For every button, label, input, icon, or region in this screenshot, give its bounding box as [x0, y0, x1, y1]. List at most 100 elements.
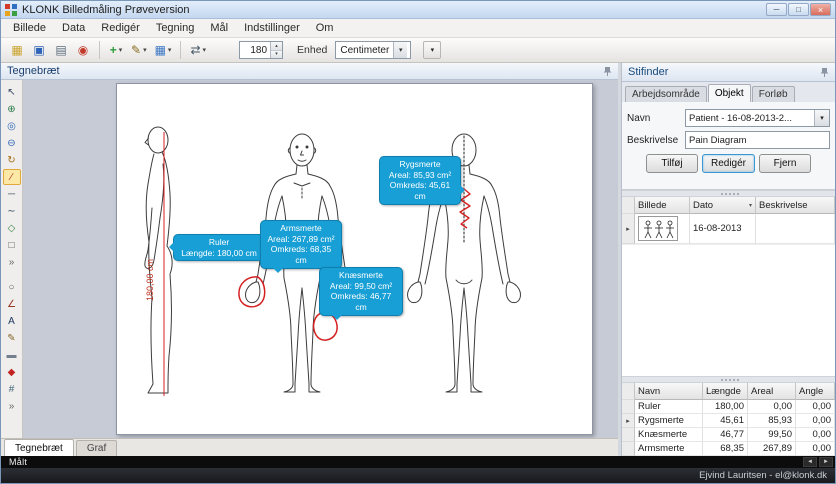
- polygon-tool[interactable]: ◇: [3, 220, 21, 236]
- menu-billede[interactable]: Billede: [5, 20, 54, 36]
- dropdown-arrow-icon[interactable]: ▾: [814, 110, 829, 126]
- tab-label: Tegnebræt: [15, 443, 63, 454]
- size-spinner[interactable]: 180 ▴ ▾: [239, 41, 283, 59]
- text-tool[interactable]: A: [3, 313, 21, 329]
- open-image-button[interactable]: ▦: [7, 40, 27, 60]
- color-picker-tool[interactable]: ◆: [3, 364, 21, 380]
- measure-area-cell: 0,00: [748, 400, 796, 414]
- zoom-in-tool[interactable]: ◎: [3, 118, 21, 134]
- dropdown-arrow-icon: ▾: [431, 46, 435, 54]
- select-tool[interactable]: ↖: [3, 84, 21, 100]
- main-toolbar: ▦ ▣ ▤ ◉ +▾ ✎▾ ▦▾ ⇄▾ 180 ▴ ▾ Enhed Centim…: [1, 38, 835, 63]
- column-laengde[interactable]: Længde: [703, 383, 748, 400]
- color-button[interactable]: ◉: [73, 40, 93, 60]
- more-options-dropdown[interactable]: ▾: [423, 41, 441, 59]
- measure-name-cell[interactable]: Rygsmerte: [635, 414, 703, 428]
- header-gutter: [622, 197, 635, 214]
- tools-overflow-button-2[interactable]: »: [3, 398, 21, 414]
- column-angle[interactable]: Angle: [796, 383, 835, 400]
- remove-button[interactable]: Fjern: [759, 154, 811, 173]
- unit-label: Enhed: [297, 44, 327, 56]
- column-dato[interactable]: Dato▾: [690, 197, 756, 214]
- dropdown-arrow-icon[interactable]: ▾: [393, 42, 407, 58]
- tab-graf[interactable]: Graf: [76, 440, 117, 456]
- column-navn[interactable]: Navn: [635, 383, 703, 400]
- zoom-out-tool[interactable]: ⊖: [3, 135, 21, 151]
- column-beskrivelse[interactable]: Beskrivelse: [756, 197, 835, 214]
- maximize-button[interactable]: □: [788, 3, 809, 16]
- menu-om[interactable]: Om: [308, 20, 342, 36]
- column-areal[interactable]: Areal: [748, 383, 796, 400]
- unit-value: Centimeter: [336, 45, 393, 56]
- patient-select[interactable]: Patient - 16-08-2013-2... ▾: [685, 109, 830, 127]
- date-cell[interactable]: 16-08-2013: [690, 214, 756, 244]
- callout-rygsmerte[interactable]: Rygsmerte Areal: 85,93 cm² Omkreds: 45,6…: [379, 156, 461, 205]
- tab-forloeb[interactable]: Forløb: [752, 86, 795, 102]
- measure-row[interactable]: ▸ Rygsmerte 45,61 85,93 0,00: [622, 414, 835, 428]
- menu-indstillinger[interactable]: Indstillinger: [236, 20, 308, 36]
- measure-name-cell[interactable]: Knæsmerte: [635, 428, 703, 442]
- measure-name-cell[interactable]: Ruler: [635, 400, 703, 414]
- image-table-empty-area: [622, 244, 835, 376]
- horizontal-splitter[interactable]: [622, 376, 835, 383]
- callout-title: Armsmerte: [265, 223, 337, 234]
- scroll-right-icon: ►: [823, 459, 829, 465]
- print-button[interactable]: ▤: [51, 40, 71, 60]
- callout-armsmerte[interactable]: Armsmerte Areal: 267,89 cm² Omkreds: 68,…: [260, 220, 342, 269]
- rectangle-tool[interactable]: □: [3, 237, 21, 253]
- description-field[interactable]: Pain Diagram: [685, 131, 830, 149]
- row-marker-icon: ▸: [626, 225, 630, 233]
- size-value[interactable]: 180: [240, 42, 270, 58]
- edit-button[interactable]: Redigér: [702, 154, 755, 173]
- callout-knaesmerte[interactable]: Knæsmerte Areal: 99,50 cm² Omkreds: 46,7…: [319, 267, 403, 316]
- angle-tool[interactable]: ∠: [3, 296, 21, 312]
- add-dropdown-button[interactable]: +▾: [106, 40, 126, 60]
- tab-objekt[interactable]: Objekt: [708, 84, 751, 102]
- diagram-page[interactable]: 180,00 cm Ruler Længde: 180,00 cm Armsme…: [116, 83, 593, 435]
- menu-tegning[interactable]: Tegning: [148, 20, 203, 36]
- ruler-tool[interactable]: ∕: [3, 169, 21, 185]
- pin-icon[interactable]: [820, 67, 829, 77]
- eraser-tool[interactable]: ▬: [3, 347, 21, 363]
- spin-up-icon[interactable]: ▴: [271, 42, 282, 50]
- curve-tool[interactable]: ∼: [3, 203, 21, 219]
- user-status-text: Ejvind Lauritsen - el@klonk.dk: [699, 470, 827, 481]
- scroll-right-button[interactable]: ►: [819, 457, 833, 467]
- measure-name-cell[interactable]: Armsmerte: [635, 442, 703, 456]
- callout-ruler[interactable]: Ruler Længde: 180,00 cm: [173, 234, 265, 261]
- tab-tegnebraet[interactable]: Tegnebræt: [4, 439, 74, 456]
- minimize-button[interactable]: ─: [766, 3, 787, 16]
- unit-select[interactable]: Centimeter ▾: [335, 41, 411, 59]
- line-tool[interactable]: ─: [3, 186, 21, 202]
- table-dropdown-button[interactable]: ▦▾: [152, 40, 175, 60]
- description-cell[interactable]: [756, 214, 835, 244]
- title-bar[interactable]: KLONK Billedmåling Prøveversion ─ □ ×: [1, 1, 835, 19]
- row-gutter: [622, 442, 635, 456]
- pencil-tool[interactable]: ✎: [3, 330, 21, 346]
- measure-row[interactable]: Ruler 180,00 0,00 0,00: [622, 400, 835, 414]
- spin-down-icon[interactable]: ▾: [271, 50, 282, 59]
- transform-dropdown-button[interactable]: ⇄▾: [187, 40, 209, 60]
- menu-rediger[interactable]: Redigér: [93, 20, 148, 36]
- image-row[interactable]: ▸ 16-08-2013: [622, 214, 835, 244]
- column-billede[interactable]: Billede: [635, 197, 690, 214]
- save-button[interactable]: ▣: [29, 40, 49, 60]
- tools-overflow-button[interactable]: »: [3, 254, 21, 270]
- measure-row[interactable]: Armsmerte 68,35 267,89 0,00: [622, 442, 835, 456]
- measure-row[interactable]: Knæsmerte 46,77 99,50 0,00: [622, 428, 835, 442]
- scroll-left-button[interactable]: ◄: [803, 457, 817, 467]
- draw-dropdown-button[interactable]: ✎▾: [128, 40, 150, 60]
- ellipse-tool[interactable]: ○: [3, 279, 21, 295]
- tab-arbejdsomraade[interactable]: Arbejdsområde: [625, 86, 707, 102]
- close-button[interactable]: ×: [810, 3, 831, 16]
- pan-tool[interactable]: ⊕: [3, 101, 21, 117]
- image-thumbnail-cell[interactable]: [635, 214, 690, 244]
- grid-tool[interactable]: #: [3, 381, 21, 397]
- pin-icon[interactable]: [603, 66, 612, 76]
- horizontal-splitter[interactable]: [622, 190, 835, 197]
- menu-data[interactable]: Data: [54, 20, 93, 36]
- drawing-canvas[interactable]: 180,00 cm Ruler Længde: 180,00 cm Armsme…: [23, 80, 618, 438]
- rotate-tool[interactable]: ↻: [3, 152, 21, 168]
- add-button[interactable]: Tilføj: [646, 154, 698, 173]
- menu-maal[interactable]: Mål: [202, 20, 236, 36]
